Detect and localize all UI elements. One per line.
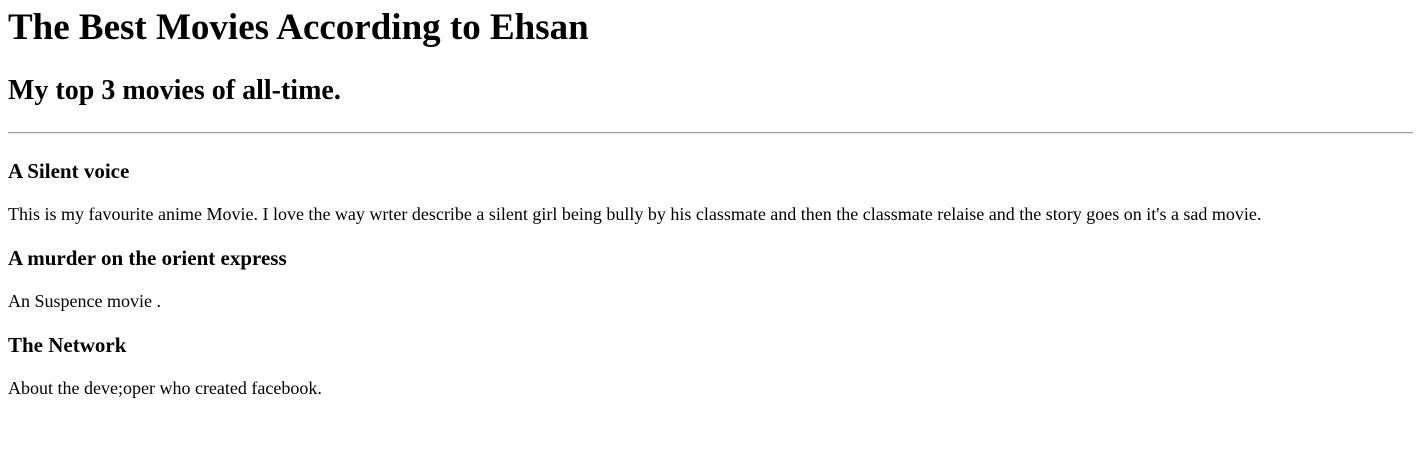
divider [8,132,1413,134]
movie-title: A Silent voice [8,159,130,183]
movie-item-a-silent-voice: A Silent voice This is my favourite anim… [8,159,1413,225]
movie-title: A murder on the orient express [8,246,287,270]
page-body: The Best Movies According to Ehsan My to… [0,0,1421,399]
movie-list: A Silent voice This is my favourite anim… [8,159,1413,399]
movie-description: This is my favourite anime Movie. I love… [8,204,1262,224]
page-subtitle: My top 3 movies of all-time. [8,75,341,106]
movie-description: About the deve;oper who created facebook… [8,378,322,398]
movie-description: An Suspence movie . [8,291,161,311]
page-title: The Best Movies According to Ehsan [8,7,589,48]
movie-title: The Network [8,333,127,357]
movie-item-the-network: The Network About the deve;oper who crea… [8,333,1413,399]
movie-item-murder-orient-express: A murder on the orient express An Suspen… [8,246,1413,312]
